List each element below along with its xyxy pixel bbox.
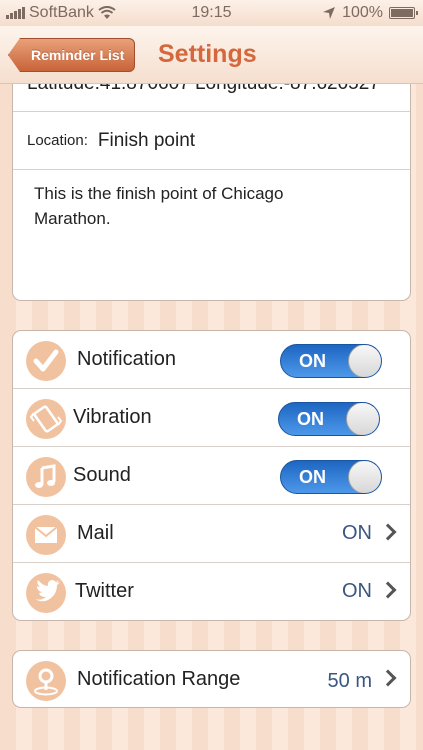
setting-row-mail[interactable]: Mail ON [13, 505, 410, 563]
description-text[interactable]: This is the finish point of Chicago Mara… [34, 181, 364, 231]
location-label: Location: [27, 132, 88, 149]
setting-label: Vibration [73, 406, 152, 428]
toggle-state: ON [299, 467, 326, 487]
twitter-bird-icon [26, 573, 66, 613]
location-value: Finish point [97, 129, 196, 151]
setting-value: 50 m [327, 670, 372, 692]
setting-value: ON [342, 522, 372, 544]
chevron-right-icon [379, 523, 397, 541]
music-note-icon [26, 457, 66, 497]
location-pin-icon [26, 661, 66, 701]
setting-row-notification: Notification ON [13, 331, 410, 389]
setting-label: Notification [77, 348, 176, 370]
location-arrow-icon [323, 7, 336, 19]
toggle-state: ON [299, 351, 326, 371]
chevron-right-icon [379, 581, 397, 599]
mail-icon [26, 515, 66, 555]
toggle-knob [346, 403, 379, 435]
setting-label: Twitter [75, 580, 134, 602]
setting-row-vibration: Vibration ON [13, 389, 410, 447]
setting-row-notification-range[interactable]: Notification Range 50 m [13, 651, 410, 707]
toggle-state: ON [297, 409, 324, 429]
coordinates-row: Latitude:41.870607 Longitude:-87.620527 [13, 84, 410, 112]
setting-row-twitter[interactable]: Twitter ON [13, 563, 410, 620]
settings-card: Notification ON Vibration ON Sound ON Ma… [12, 330, 411, 621]
navigation-bar: Reminder List Settings [0, 26, 423, 84]
notification-toggle[interactable]: ON [280, 344, 382, 378]
checkmark-icon [26, 341, 66, 381]
location-card: Latitude:41.870607 Longitude:-87.620527 … [12, 84, 411, 301]
toggle-knob [348, 345, 381, 377]
location-row[interactable]: Location: Finish point [13, 112, 410, 170]
setting-row-sound: Sound ON [13, 447, 410, 505]
status-bar: SoftBank 19:15 100% [0, 0, 423, 26]
battery-icon [389, 7, 418, 19]
vibration-icon [26, 399, 66, 439]
setting-label: Notification Range [77, 668, 241, 690]
sound-toggle[interactable]: ON [280, 460, 382, 494]
back-button[interactable]: Reminder List [8, 38, 136, 72]
toggle-knob [348, 461, 381, 493]
page-title: Settings [158, 40, 257, 68]
chevron-right-icon [379, 669, 397, 687]
status-right: 100% [322, 4, 418, 22]
battery-label: 100% [342, 4, 383, 21]
setting-label: Sound [73, 464, 131, 486]
setting-label: Mail [77, 522, 114, 544]
vibration-toggle[interactable]: ON [278, 402, 380, 436]
notification-range-card[interactable]: Notification Range 50 m [12, 650, 411, 708]
setting-value: ON [342, 580, 372, 602]
